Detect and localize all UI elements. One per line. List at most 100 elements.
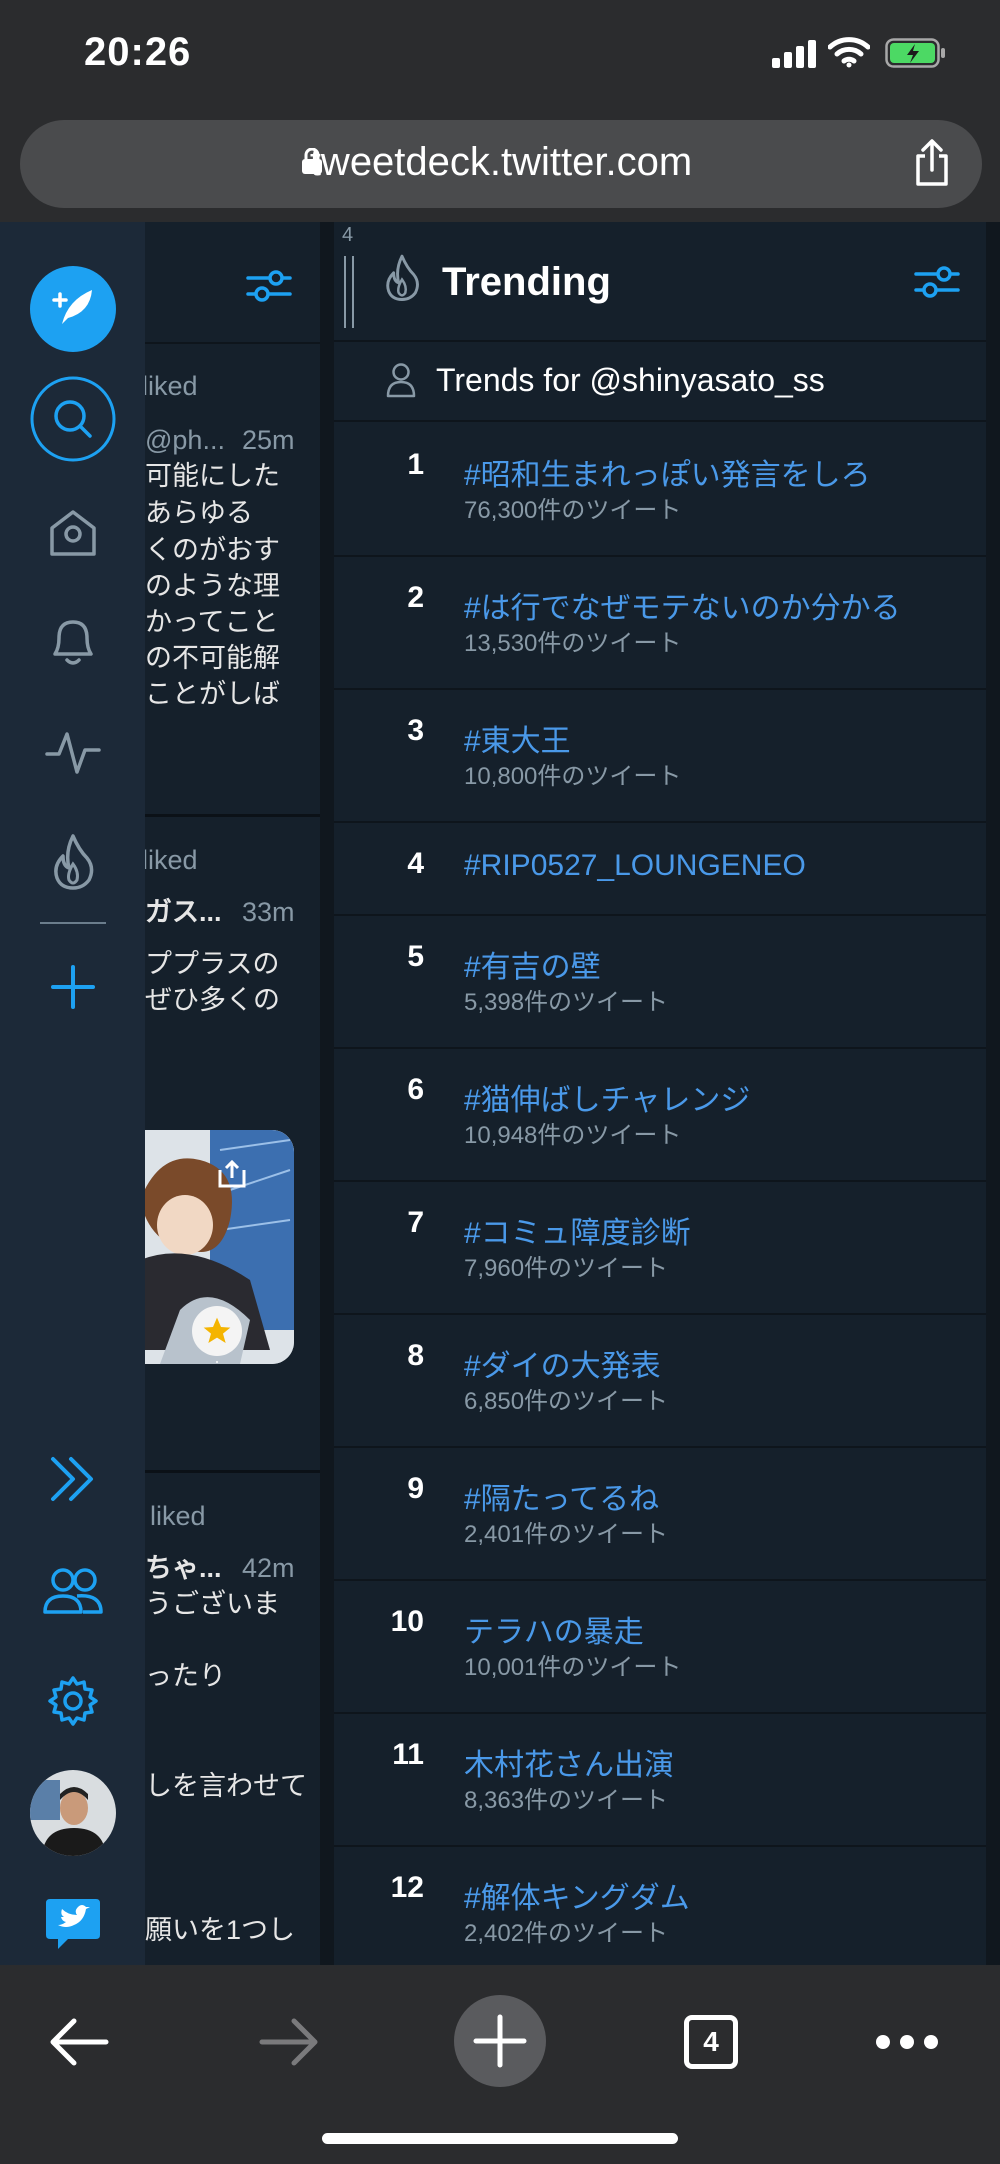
tweet-media-image[interactable] bbox=[120, 1130, 294, 1364]
notifications-button[interactable] bbox=[28, 596, 118, 686]
search-icon bbox=[30, 376, 116, 462]
trend-tweet-count: 10,001件のツイート bbox=[464, 1654, 682, 1681]
column-settings-icon[interactable] bbox=[914, 262, 960, 302]
url-text: tweetdeck.twitter.com bbox=[309, 140, 693, 184]
bookmark-star-button[interactable] bbox=[192, 1306, 242, 1356]
trend-name[interactable]: #コミュ障度診断 bbox=[464, 1208, 691, 1252]
trend-name[interactable]: テラハの暴走 bbox=[464, 1607, 644, 1651]
tweet-text-line: 可能にした bbox=[145, 461, 280, 491]
new-tab-icon bbox=[473, 2014, 527, 2068]
tweet-text-line: ったり bbox=[145, 1661, 226, 1691]
trend-tweet-count: 13,530件のツイート bbox=[464, 630, 682, 657]
forward-icon[interactable] bbox=[258, 2017, 320, 2067]
trend-tweet-count: 5,398件のツイート bbox=[464, 989, 669, 1016]
trending-button[interactable] bbox=[28, 816, 118, 906]
tweet-text-line: かってこと bbox=[145, 607, 279, 637]
expand-sidebar-button[interactable] bbox=[28, 1434, 118, 1524]
trend-name[interactable]: #東大王 bbox=[464, 716, 571, 760]
trend-name[interactable]: #猫伸ばしチャレンジ bbox=[464, 1075, 750, 1119]
tweet-text-line: くのがおす bbox=[145, 535, 280, 565]
trend-name[interactable]: #昭和生まれっぽい発言をしろ bbox=[464, 450, 871, 494]
trend-rank: 4 bbox=[407, 847, 424, 880]
tweet-text-line: ププラスの bbox=[145, 949, 280, 979]
liked-label: liked bbox=[142, 845, 198, 875]
tweet-text-line: ことがしば bbox=[145, 679, 280, 709]
trend-item[interactable]: 12 #解体キングダム 2,402件のツイート bbox=[334, 1845, 986, 1965]
trend-item[interactable]: 4 #RIP0527_LOUNGENEO bbox=[334, 821, 986, 916]
trend-item[interactable]: 3 #東大王 10,800件のツイート bbox=[334, 688, 986, 823]
user-avatar-image bbox=[30, 1770, 116, 1856]
search-button[interactable] bbox=[28, 374, 118, 464]
cellular-signal-icon bbox=[772, 40, 816, 68]
drag-handle[interactable] bbox=[344, 256, 354, 328]
trend-name[interactable]: #は行でなぜモテないのか分かる bbox=[464, 583, 901, 627]
tweet-handle[interactable]: @ph... bbox=[145, 422, 225, 459]
avatar[interactable] bbox=[28, 1768, 118, 1858]
twitter-logo[interactable] bbox=[28, 1878, 118, 1968]
accounts-button[interactable] bbox=[28, 1546, 118, 1636]
trend-rank: 9 bbox=[407, 1472, 424, 1505]
tweet-text-line: のような理 bbox=[145, 571, 280, 601]
more-icon[interactable] bbox=[874, 2033, 940, 2051]
tweet-author[interactable]: ちゃ... bbox=[145, 1550, 222, 1587]
trend-tweet-count: 2,402件のツイート bbox=[464, 1920, 669, 1947]
address-bar[interactable]: tweetdeck.twitter.com bbox=[20, 120, 982, 208]
trend-rank: 11 bbox=[392, 1738, 424, 1771]
battery-charging-icon bbox=[885, 38, 945, 68]
trend-item[interactable]: 9 #隔たってるね 2,401件のツイート bbox=[334, 1446, 986, 1581]
add-column-button[interactable] bbox=[28, 942, 118, 1032]
back-icon[interactable] bbox=[48, 2017, 110, 2067]
trend-item[interactable]: 11 木村花さん出演 8,363件のツイート bbox=[334, 1712, 986, 1847]
trend-item[interactable]: 5 #有吉の壁 5,398件のツイート bbox=[334, 914, 986, 1049]
trend-item[interactable]: 7 #コミュ障度診断 7,960件のツイート bbox=[334, 1180, 986, 1315]
trend-item[interactable]: 2 #は行でなぜモテないのか分かる 13,530件のツイート bbox=[334, 555, 986, 690]
trend-tweet-count: 10,800件のツイート bbox=[464, 763, 682, 790]
trend-name[interactable]: #隔たってるね bbox=[464, 1474, 659, 1518]
tweet-time[interactable]: 42m bbox=[242, 1550, 295, 1587]
trend-name[interactable]: #有吉の壁 bbox=[464, 942, 601, 986]
share-icon[interactable] bbox=[912, 138, 952, 188]
settings-button[interactable] bbox=[28, 1656, 118, 1746]
column-header: 4 Trending bbox=[334, 222, 986, 342]
trend-tweet-count: 76,300件のツイート bbox=[464, 497, 682, 524]
home-indicator bbox=[322, 2133, 678, 2144]
trend-item[interactable]: 10 テラハの暴走 10,001件のツイート bbox=[334, 1579, 986, 1714]
liked-label: liked bbox=[142, 371, 198, 401]
tweet-author[interactable]: ガス... bbox=[145, 894, 222, 931]
compose-tweet-icon bbox=[30, 266, 116, 352]
star-icon bbox=[203, 1317, 231, 1343]
trends-location-row[interactable]: Trends for @shinyasato_ss bbox=[334, 342, 986, 422]
trend-rank: 8 bbox=[407, 1339, 424, 1372]
activity-icon bbox=[45, 732, 101, 774]
home-icon bbox=[50, 510, 96, 556]
expand-icon bbox=[51, 1457, 93, 1501]
share-overlay-icon[interactable] bbox=[216, 1160, 248, 1188]
tweet-text-line: あらゆる bbox=[145, 498, 253, 528]
trend-name[interactable]: 木村花さん出演 bbox=[464, 1740, 674, 1784]
tweet-text-line: うございま bbox=[145, 1589, 280, 1619]
tweet-time[interactable]: 25m bbox=[242, 422, 295, 459]
new-tab-button[interactable] bbox=[454, 1995, 546, 2087]
tweet-time[interactable]: 33m bbox=[242, 894, 295, 931]
column-settings-icon[interactable] bbox=[246, 266, 292, 306]
trend-item[interactable]: 8 #ダイの大発表 6,850件のツイート bbox=[334, 1313, 986, 1448]
compose-tweet-button[interactable] bbox=[28, 264, 118, 354]
browser-toolbar: tweetdeck.twitter.com bbox=[0, 120, 1000, 222]
tabs-button[interactable]: 4 bbox=[684, 2015, 738, 2069]
trend-rank: 12 bbox=[390, 1871, 424, 1904]
activity-button[interactable] bbox=[28, 708, 118, 798]
trend-tweet-count: 10,948件のツイート bbox=[464, 1122, 682, 1149]
trend-rank: 2 bbox=[407, 581, 424, 614]
trending-icon bbox=[386, 254, 419, 301]
trend-tweet-count: 7,960件のツイート bbox=[464, 1255, 669, 1282]
home-button[interactable] bbox=[28, 488, 118, 578]
trending-column: 4 Trending Trends for @shinyasato_ss 1 #昭… bbox=[334, 222, 986, 1965]
trend-item[interactable]: 6 #猫伸ばしチャレンジ 10,948件のツイート bbox=[334, 1047, 986, 1182]
trend-name[interactable]: #ダイの大発表 bbox=[464, 1341, 661, 1385]
trend-name[interactable]: #RIP0527_LOUNGENEO bbox=[464, 849, 806, 883]
trending-icon bbox=[54, 834, 94, 890]
trend-rank: 10 bbox=[390, 1605, 424, 1638]
tweet-text-line: の不可能解 bbox=[145, 643, 280, 673]
trend-item[interactable]: 1 #昭和生まれっぽい発言をしろ 76,300件のツイート bbox=[334, 422, 986, 557]
trend-name[interactable]: #解体キングダム bbox=[464, 1873, 690, 1917]
